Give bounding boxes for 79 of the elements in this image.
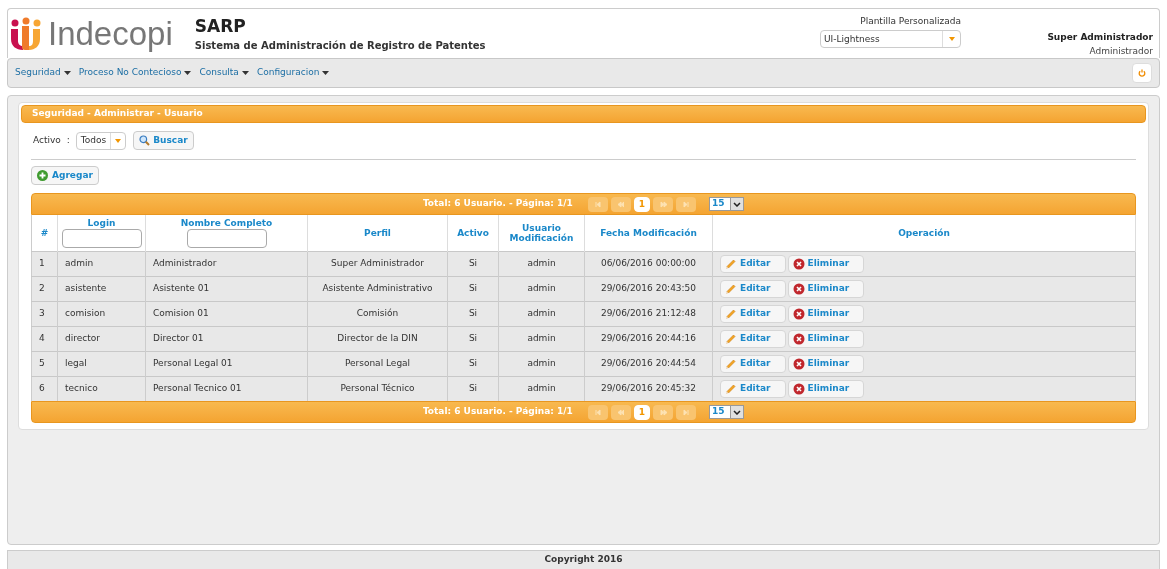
column-header[interactable]: # (40, 227, 49, 238)
edit-button[interactable]: Editar (720, 304, 786, 323)
menu-item[interactable]: Seguridad (15, 66, 71, 80)
delete-button[interactable]: Eliminar (787, 354, 865, 373)
menu-item[interactable]: Configuracion (256, 66, 330, 80)
delete-icon (792, 382, 805, 395)
caret-icon (115, 138, 122, 143)
per-page-select[interactable]: 15 (709, 405, 745, 419)
caret-icon (241, 71, 249, 75)
search-button[interactable]: Buscar (133, 131, 194, 150)
caret-icon (322, 71, 330, 75)
caret-icon (948, 37, 955, 42)
search-icon (139, 135, 151, 146)
pager-summary: Total: 6 Usuario. - Página: 1/1 (422, 197, 573, 211)
edit-button[interactable]: Editar (720, 354, 786, 373)
delete-icon (792, 307, 805, 320)
delete-button[interactable]: Eliminar (787, 304, 865, 323)
column-header[interactable]: Nombre Completo (180, 217, 273, 228)
app-subtitle: Sistema de Administración de Registro de Patentes (194, 38, 486, 53)
add-button[interactable]: Agregar (31, 166, 99, 185)
edit-button[interactable]: Editar (720, 279, 786, 298)
user-role: Administrador (1089, 44, 1153, 58)
column-header[interactable]: Perfil (364, 227, 391, 238)
app-title: SARP (194, 16, 247, 38)
panel-title: Seguridad - Administrar - Usuario (21, 105, 1146, 123)
logo-text: Indecopi (48, 17, 173, 50)
chevron-down-icon (733, 409, 742, 415)
status-select[interactable]: Todos (75, 131, 127, 150)
copyright-text: Copyright 2016 (544, 553, 623, 567)
column-header[interactable]: Login (87, 217, 116, 228)
pencil-icon (725, 257, 737, 270)
pencil-icon (725, 332, 737, 345)
chevron-down-icon (733, 201, 742, 207)
column-header[interactable]: Operación (898, 227, 950, 238)
filter-input[interactable] (61, 228, 142, 248)
next-icon (659, 200, 667, 208)
last-icon (682, 200, 690, 208)
column-header[interactable]: Activo (457, 227, 489, 238)
edit-button[interactable]: Editar (720, 379, 786, 398)
delete-icon (792, 282, 805, 295)
plus-icon (37, 170, 48, 181)
delete-button[interactable]: Eliminar (787, 279, 865, 298)
filter-label: Activo (33, 133, 61, 147)
column-header[interactable]: Usuario Modificación (501, 222, 582, 243)
pager-summary: Total: 6 Usuario. - Página: 1/1 (422, 405, 573, 419)
prev-icon (617, 200, 625, 208)
page-button[interactable]: 1 (633, 404, 651, 420)
last-icon (682, 408, 690, 416)
menu-item[interactable]: Consulta (199, 66, 249, 80)
power-button[interactable] (1132, 63, 1152, 83)
pencil-icon (725, 282, 737, 295)
caret-icon (184, 71, 192, 75)
prev-icon (617, 408, 625, 416)
pencil-icon (725, 307, 737, 320)
first-icon (594, 200, 602, 208)
logo-icon (10, 16, 42, 51)
filter-separator: : (66, 133, 70, 147)
delete-icon (792, 332, 805, 345)
page-button[interactable]: 1 (633, 196, 651, 212)
menu-item[interactable]: Proceso No Contecioso (78, 66, 192, 80)
first-icon (594, 408, 602, 416)
pencil-icon (725, 357, 737, 370)
delete-button[interactable]: Eliminar (787, 379, 865, 398)
delete-button[interactable]: Eliminar (787, 254, 865, 273)
delete-icon (792, 357, 805, 370)
pencil-icon (725, 382, 737, 395)
edit-button[interactable]: Editar (720, 254, 786, 273)
per-page-select[interactable]: 15 (709, 197, 745, 211)
next-icon (659, 408, 667, 416)
caret-icon (63, 71, 71, 75)
delete-icon (792, 257, 805, 270)
delete-button[interactable]: Eliminar (787, 329, 865, 348)
column-header[interactable]: Fecha Modificación (600, 227, 697, 238)
theme-select[interactable]: UI-Lightness (820, 30, 961, 49)
edit-button[interactable]: Editar (720, 329, 786, 348)
user-name: Super Administrador (1047, 31, 1153, 44)
theme-label: Plantilla Personalizada (860, 14, 961, 28)
filter-input[interactable] (186, 228, 267, 248)
power-icon (1138, 69, 1146, 77)
